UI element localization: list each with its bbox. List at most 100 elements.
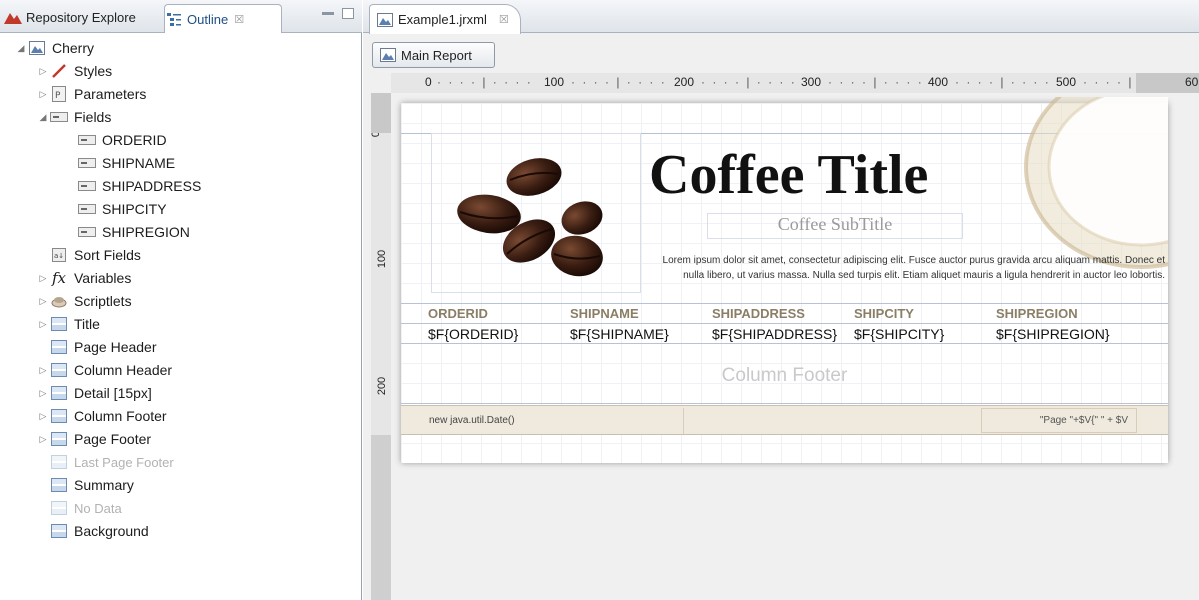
- band-icon: [50, 385, 68, 401]
- ruler-tick-label: 200: [674, 75, 695, 89]
- collapsed-icon[interactable]: ▷: [36, 411, 50, 422]
- tree-node-column-footer[interactable]: ▷ Column Footer: [36, 405, 167, 427]
- svg-text:P: P: [55, 91, 61, 101]
- report-editor: Example1.jrxml ☒ Main Report 0 · · · · |…: [363, 0, 1199, 600]
- tree-node-sort-fields[interactable]: a↓ Sort Fields: [50, 244, 141, 266]
- tree-node-background[interactable]: Background: [50, 520, 149, 542]
- band-divider: [401, 343, 1168, 344]
- divider: [683, 408, 684, 434]
- band-divider: [401, 403, 1168, 404]
- column-footer-band-label: Column Footer: [721, 365, 848, 386]
- report-description[interactable]: Lorem ipsum dolor sit amet, consectetur …: [643, 253, 1165, 283]
- coffee-stain-image[interactable]: [991, 97, 1168, 317]
- collapsed-icon[interactable]: ▷: [36, 273, 50, 284]
- band-icon: [50, 454, 68, 470]
- detail-field-orderid[interactable]: $F{ORDERID}: [428, 326, 518, 342]
- tree-node-root[interactable]: ◢ Cherry: [14, 37, 94, 59]
- band-icon: [50, 362, 68, 378]
- ruler-tick-label: 100: [544, 75, 565, 89]
- report-page[interactable]: Coffee Title Coffee SubTitle Lorem ipsum…: [401, 97, 1168, 463]
- report-icon: [28, 40, 46, 56]
- detail-field-shipcity[interactable]: $F{SHIPCITY}: [854, 326, 944, 342]
- report-title[interactable]: Coffee Title: [649, 143, 984, 207]
- tab-outline[interactable]: Outline ☒: [164, 4, 282, 33]
- detail-field-shipregion[interactable]: $F{SHIPREGION}: [996, 326, 1110, 342]
- expanded-icon[interactable]: ◢: [36, 112, 50, 123]
- horizontal-ruler[interactable]: 0 · · · · | · · · · 100 · · · · | · · · …: [391, 73, 1199, 93]
- tree-node-title[interactable]: ▷ Title: [36, 313, 100, 335]
- page-footer-band[interactable]: new java.util.Date() "Page "+$V{" " + $V: [401, 405, 1168, 435]
- collapsed-icon[interactable]: ▷: [36, 296, 50, 307]
- report-subtitle[interactable]: Coffee SubTitle: [707, 213, 963, 239]
- ruler-tick-label: 300: [801, 75, 822, 89]
- outline-icon: [165, 11, 183, 27]
- detail-field-shipaddress[interactable]: $F{SHIPADDRESS}: [712, 326, 837, 342]
- vertical-scroll-track[interactable]: [371, 435, 391, 600]
- field-icon: [78, 224, 96, 240]
- tree-node-column-header[interactable]: ▷ Column Header: [36, 359, 173, 381]
- close-icon[interactable]: ☒: [499, 13, 509, 26]
- parameters-icon: P: [50, 86, 68, 102]
- sort-fields-icon: a↓: [50, 247, 68, 263]
- column-header-shipcity[interactable]: SHIPCITY: [854, 306, 914, 321]
- tree-node-variables[interactable]: ▷ fx Variables: [36, 267, 132, 289]
- footer-date-field[interactable]: new java.util.Date(): [429, 415, 515, 426]
- tab-example1-jrxml[interactable]: Example1.jrxml ☒: [369, 4, 521, 34]
- band-icon: [50, 500, 68, 516]
- ruler-tick-label: 500: [1056, 75, 1077, 89]
- band-icon: [50, 316, 68, 332]
- tree-node-last-page-footer[interactable]: Last Page Footer: [50, 451, 174, 473]
- tree-node-scriptlets[interactable]: ▷ Scriptlets: [36, 290, 132, 312]
- column-header-orderid[interactable]: ORDERID: [428, 306, 488, 321]
- tree-node-field[interactable]: SHIPNAME: [78, 152, 175, 174]
- collapsed-icon[interactable]: ▷: [36, 319, 50, 330]
- band-icon: [50, 431, 68, 447]
- tree-node-field[interactable]: ORDERID: [78, 129, 167, 151]
- close-icon[interactable]: ☒: [234, 13, 244, 26]
- tree-node-field[interactable]: SHIPCITY: [78, 198, 167, 220]
- fields-icon: [50, 109, 68, 125]
- vertical-scroll-thumb[interactable]: [371, 93, 391, 133]
- footer-page-number-field[interactable]: "Page "+$V{" " + $V: [981, 408, 1137, 433]
- view-tab-bar: Repository Explore Outline ☒: [0, 0, 362, 33]
- coffee-beans-image[interactable]: [431, 133, 641, 293]
- column-header-shipregion[interactable]: SHIPREGION: [996, 306, 1078, 321]
- tree-node-field[interactable]: SHIPREGION: [78, 221, 190, 243]
- tree-node-parameters[interactable]: ▷ P Parameters: [36, 83, 146, 105]
- collapsed-icon[interactable]: ▷: [36, 89, 50, 100]
- tree-node-summary[interactable]: Summary: [50, 474, 134, 496]
- svg-text:a↓: a↓: [54, 252, 64, 260]
- tree-node-field[interactable]: SHIPADDRESS: [78, 175, 201, 197]
- column-header-shipname[interactable]: SHIPNAME: [570, 306, 639, 321]
- tree-node-page-header[interactable]: Page Header: [50, 336, 157, 358]
- report-icon: [376, 12, 394, 28]
- minimize-button[interactable]: [322, 12, 334, 15]
- styles-icon: [50, 63, 68, 79]
- tree-node-styles[interactable]: ▷ Styles: [36, 60, 113, 82]
- tree-node-page-footer[interactable]: ▷ Page Footer: [36, 428, 152, 450]
- variables-icon: fx: [51, 269, 66, 287]
- collapsed-icon[interactable]: ▷: [36, 365, 50, 376]
- field-icon: [78, 155, 96, 171]
- band-icon: [50, 339, 68, 355]
- band-icon: [50, 523, 68, 539]
- field-icon: [78, 132, 96, 148]
- tree-node-no-data[interactable]: No Data: [50, 497, 122, 519]
- maximize-button[interactable]: [342, 8, 354, 19]
- main-report-button[interactable]: Main Report: [372, 42, 495, 68]
- file-tab-label: Example1.jrxml: [398, 12, 487, 27]
- column-header-shipaddress[interactable]: SHIPADDRESS: [712, 306, 805, 321]
- tab-repository-explorer[interactable]: Repository Explore: [4, 4, 162, 30]
- collapsed-icon[interactable]: ▷: [36, 434, 50, 445]
- collapsed-icon[interactable]: ▷: [36, 388, 50, 399]
- tree-node-fields[interactable]: ◢ Fields: [36, 106, 112, 128]
- ruler-tick-label: 60: [1185, 75, 1199, 89]
- tab-label: Outline: [187, 11, 229, 27]
- detail-field-shipname[interactable]: $F{SHIPNAME}: [570, 326, 669, 342]
- ruler-tick-label: 200: [376, 376, 389, 396]
- scriptlets-icon: [50, 293, 68, 309]
- ruler-tick-label: 100: [376, 249, 389, 269]
- collapsed-icon[interactable]: ▷: [36, 66, 50, 77]
- expanded-icon[interactable]: ◢: [14, 43, 28, 54]
- tree-node-detail[interactable]: ▷ Detail [15px]: [36, 382, 152, 404]
